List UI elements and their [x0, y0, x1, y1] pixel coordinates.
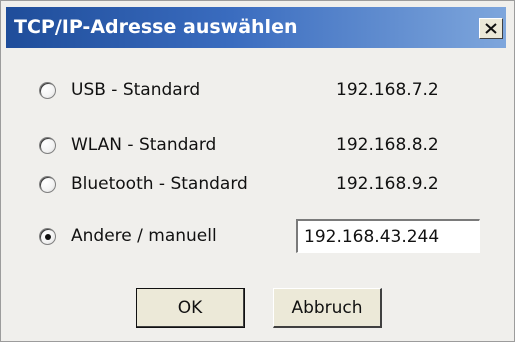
radio-usb[interactable]	[39, 81, 56, 99]
cancel-button-label: Abbruch	[291, 297, 363, 318]
option-wlan[interactable]: WLAN - Standard 192.168.8.2	[39, 130, 499, 160]
ok-button[interactable]: OK	[136, 288, 245, 328]
option-bluetooth-ip: 192.168.9.2	[336, 174, 439, 194]
option-usb[interactable]: USB - Standard 192.168.7.2	[39, 75, 499, 105]
option-manual[interactable]: Andere / manuell	[39, 221, 289, 251]
option-usb-ip: 192.168.7.2	[336, 80, 439, 100]
title-bar[interactable]: TCP/IP-Adresse auswählen	[6, 7, 506, 48]
radio-manual[interactable]	[39, 227, 56, 245]
option-bluetooth[interactable]: Bluetooth - Standard 192.168.9.2	[39, 169, 499, 199]
radio-selected-dot	[45, 233, 51, 240]
cancel-button[interactable]: Abbruch	[273, 288, 382, 328]
radio-wlan[interactable]	[39, 136, 56, 154]
option-wlan-ip: 192.168.8.2	[336, 135, 439, 155]
dialog-window: TCP/IP-Adresse auswählen USB - Standard …	[0, 0, 515, 342]
close-icon	[480, 19, 502, 38]
radio-bluetooth[interactable]	[39, 175, 56, 193]
option-usb-label: USB - Standard	[71, 80, 201, 100]
option-bluetooth-label: Bluetooth - Standard	[71, 174, 248, 194]
option-wlan-label: WLAN - Standard	[71, 135, 217, 155]
window-title: TCP/IP-Adresse auswählen	[14, 16, 298, 38]
option-manual-label: Andere / manuell	[71, 226, 217, 246]
close-button[interactable]	[479, 18, 503, 39]
ip-address-input[interactable]: 192.168.43.244	[296, 219, 480, 253]
ok-button-label: OK	[177, 297, 203, 318]
